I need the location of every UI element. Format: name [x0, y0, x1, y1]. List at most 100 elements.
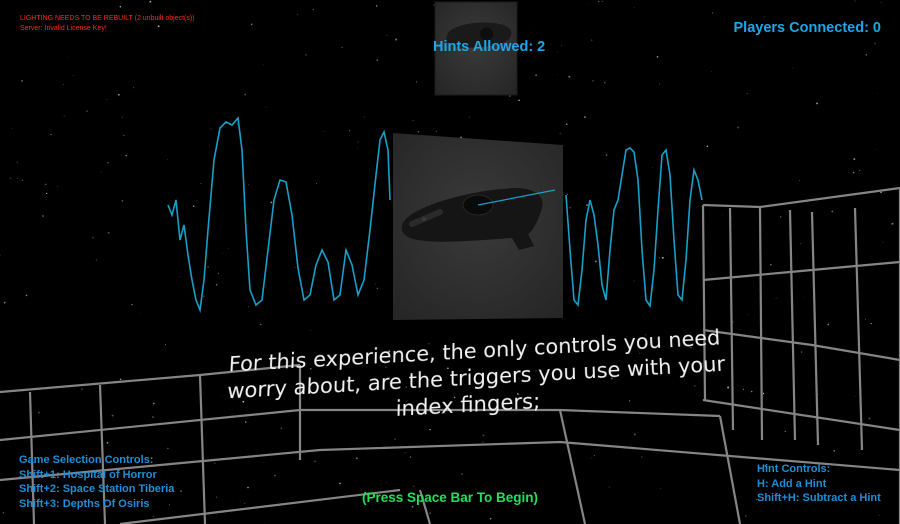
star: [609, 487, 610, 488]
star: [4, 302, 6, 304]
star: [776, 298, 777, 299]
star: [112, 415, 114, 417]
star: [589, 4, 590, 5]
star: [375, 283, 376, 284]
star: [712, 12, 713, 13]
star: [792, 67, 793, 68]
star: [586, 204, 588, 206]
star: [248, 184, 249, 185]
star: [883, 242, 884, 243]
star: [387, 35, 388, 36]
star: [416, 81, 417, 82]
star: [652, 167, 653, 168]
star: [316, 183, 317, 184]
star: [270, 201, 272, 203]
star: [386, 482, 387, 483]
star: [891, 223, 893, 225]
star: [107, 162, 108, 163]
star: [853, 172, 855, 174]
star: [118, 94, 120, 96]
star: [764, 16, 765, 17]
star: [660, 488, 661, 489]
star: [17, 162, 18, 163]
star: [12, 128, 13, 129]
star: [376, 59, 377, 60]
star: [376, 5, 377, 6]
star: [799, 180, 800, 181]
star: [602, 1, 603, 2]
star: [107, 442, 109, 444]
star: [566, 123, 568, 125]
controller-panel: [393, 133, 563, 320]
star: [461, 473, 463, 475]
star: [341, 47, 342, 48]
star: [871, 323, 872, 324]
star: [266, 107, 267, 108]
star: [26, 295, 28, 297]
star: [818, 394, 819, 395]
star: [297, 14, 298, 15]
star: [63, 84, 64, 85]
star: [535, 74, 537, 76]
star: [153, 516, 154, 517]
star: [434, 4, 435, 5]
star: [594, 455, 595, 456]
star: [490, 518, 491, 519]
star: [877, 93, 878, 94]
star: [313, 9, 314, 10]
star: [815, 419, 816, 420]
star: [64, 116, 65, 117]
star: [557, 52, 558, 53]
star: [436, 131, 437, 132]
star: [801, 352, 802, 353]
star: [879, 515, 880, 516]
vr-scene: [0, 0, 900, 524]
star: [260, 324, 261, 325]
star: [108, 232, 110, 234]
star: [167, 159, 168, 160]
star: [216, 284, 218, 286]
star: [598, 1, 599, 2]
star: [770, 264, 772, 266]
star: [106, 99, 107, 100]
hint-add-key: H: Add a Hint: [757, 477, 881, 492]
star: [45, 184, 46, 185]
star: [150, 1, 152, 3]
star: [244, 94, 246, 96]
star: [305, 54, 307, 56]
star: [228, 248, 229, 249]
star: [10, 178, 12, 180]
star: [751, 391, 753, 393]
star: [816, 102, 818, 104]
star: [591, 39, 592, 40]
star: [125, 155, 127, 157]
star: [659, 84, 660, 85]
star: [22, 180, 23, 181]
press-space-prompt: (Press Space Bar To Begin): [0, 490, 900, 505]
star: [247, 487, 249, 489]
star: [568, 76, 570, 78]
star: [200, 183, 201, 184]
star: [518, 100, 520, 102]
star: [356, 457, 358, 459]
star: [17, 178, 18, 179]
star: [263, 64, 264, 65]
star: [412, 506, 414, 508]
star: [248, 306, 249, 307]
star: [859, 170, 860, 171]
star: [569, 207, 571, 209]
star: [874, 43, 876, 45]
star: [339, 483, 341, 485]
star: [46, 193, 47, 194]
star: [214, 463, 215, 464]
star: [274, 475, 275, 476]
star: [747, 93, 748, 94]
star: [711, 71, 712, 72]
game-option-hospital: Shift+1: Hospital of Horror: [19, 468, 174, 483]
star: [50, 134, 51, 135]
star: [827, 324, 829, 326]
star: [152, 416, 153, 417]
star: [855, 396, 856, 397]
star: [357, 141, 358, 142]
star: [853, 158, 855, 160]
